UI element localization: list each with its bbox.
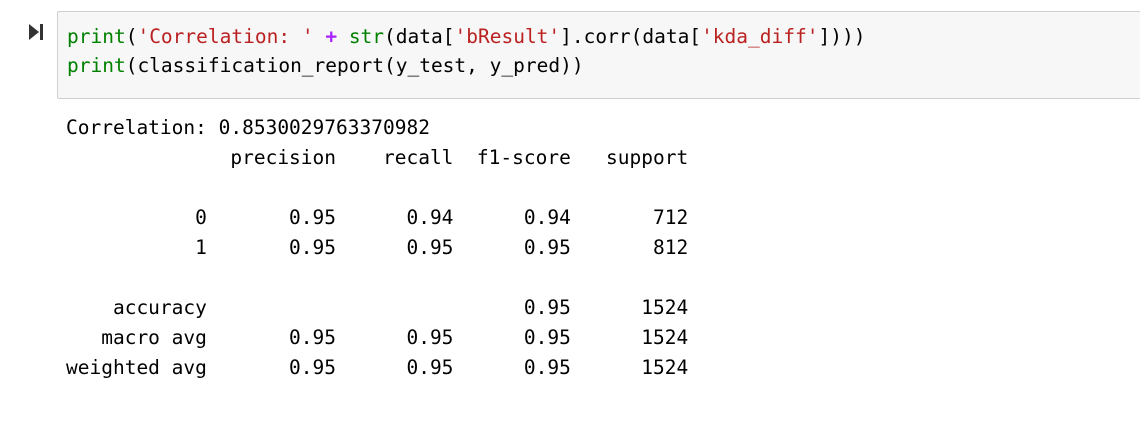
code-token-plain: (: [125, 25, 138, 48]
report-output-line: precision recall f1-score support: [66, 146, 689, 169]
code-editor[interactable]: print('Correlation: ' + str(data['bResul…: [67, 22, 865, 80]
report-output-line: [66, 263, 688, 293]
code-token-builtin: print: [67, 54, 126, 77]
code-token-plain: ].corr(data[: [560, 25, 702, 48]
cell-output: Correlation: 0.8530029763370982 precisio…: [66, 113, 688, 383]
code-token-string: 'kda_diff': [701, 25, 819, 48]
code-token-builtin: str: [348, 25, 385, 48]
report-output-line: 1 0.95 0.95 0.95 812: [66, 236, 689, 259]
code-token-plain: ]))): [818, 25, 866, 48]
code-token-op: +: [325, 25, 338, 48]
code-input-area[interactable]: print('Correlation: ' + str(data['bResul…: [57, 11, 1140, 99]
code-token-plain: (data[: [384, 25, 455, 48]
report-output-line: accuracy 0.95 1524: [66, 296, 689, 319]
report-output-line: weighted avg 0.95 0.95 0.95 1524: [66, 356, 689, 379]
code-token-string: 'Correlation: ': [137, 25, 314, 48]
code-line: print(classification_report(y_test, y_pr…: [67, 51, 865, 80]
run-cell-icon: [29, 24, 43, 40]
report-output-line: macro avg 0.95 0.95 0.95 1524: [66, 326, 689, 349]
code-token-plain: (classification_report(y_test, y_pred)): [125, 54, 584, 77]
report-output-line: [66, 173, 688, 203]
run-cell-button[interactable]: [26, 22, 46, 42]
report-output-line: 0 0.95 0.94 0.94 712: [66, 206, 689, 229]
code-line: print('Correlation: ' + str(data['bResul…: [67, 22, 865, 51]
correlation-output-line: Correlation: 0.8530029763370982: [66, 116, 430, 139]
code-token-string: 'bResult': [454, 25, 561, 48]
code-token-builtin: print: [67, 25, 126, 48]
